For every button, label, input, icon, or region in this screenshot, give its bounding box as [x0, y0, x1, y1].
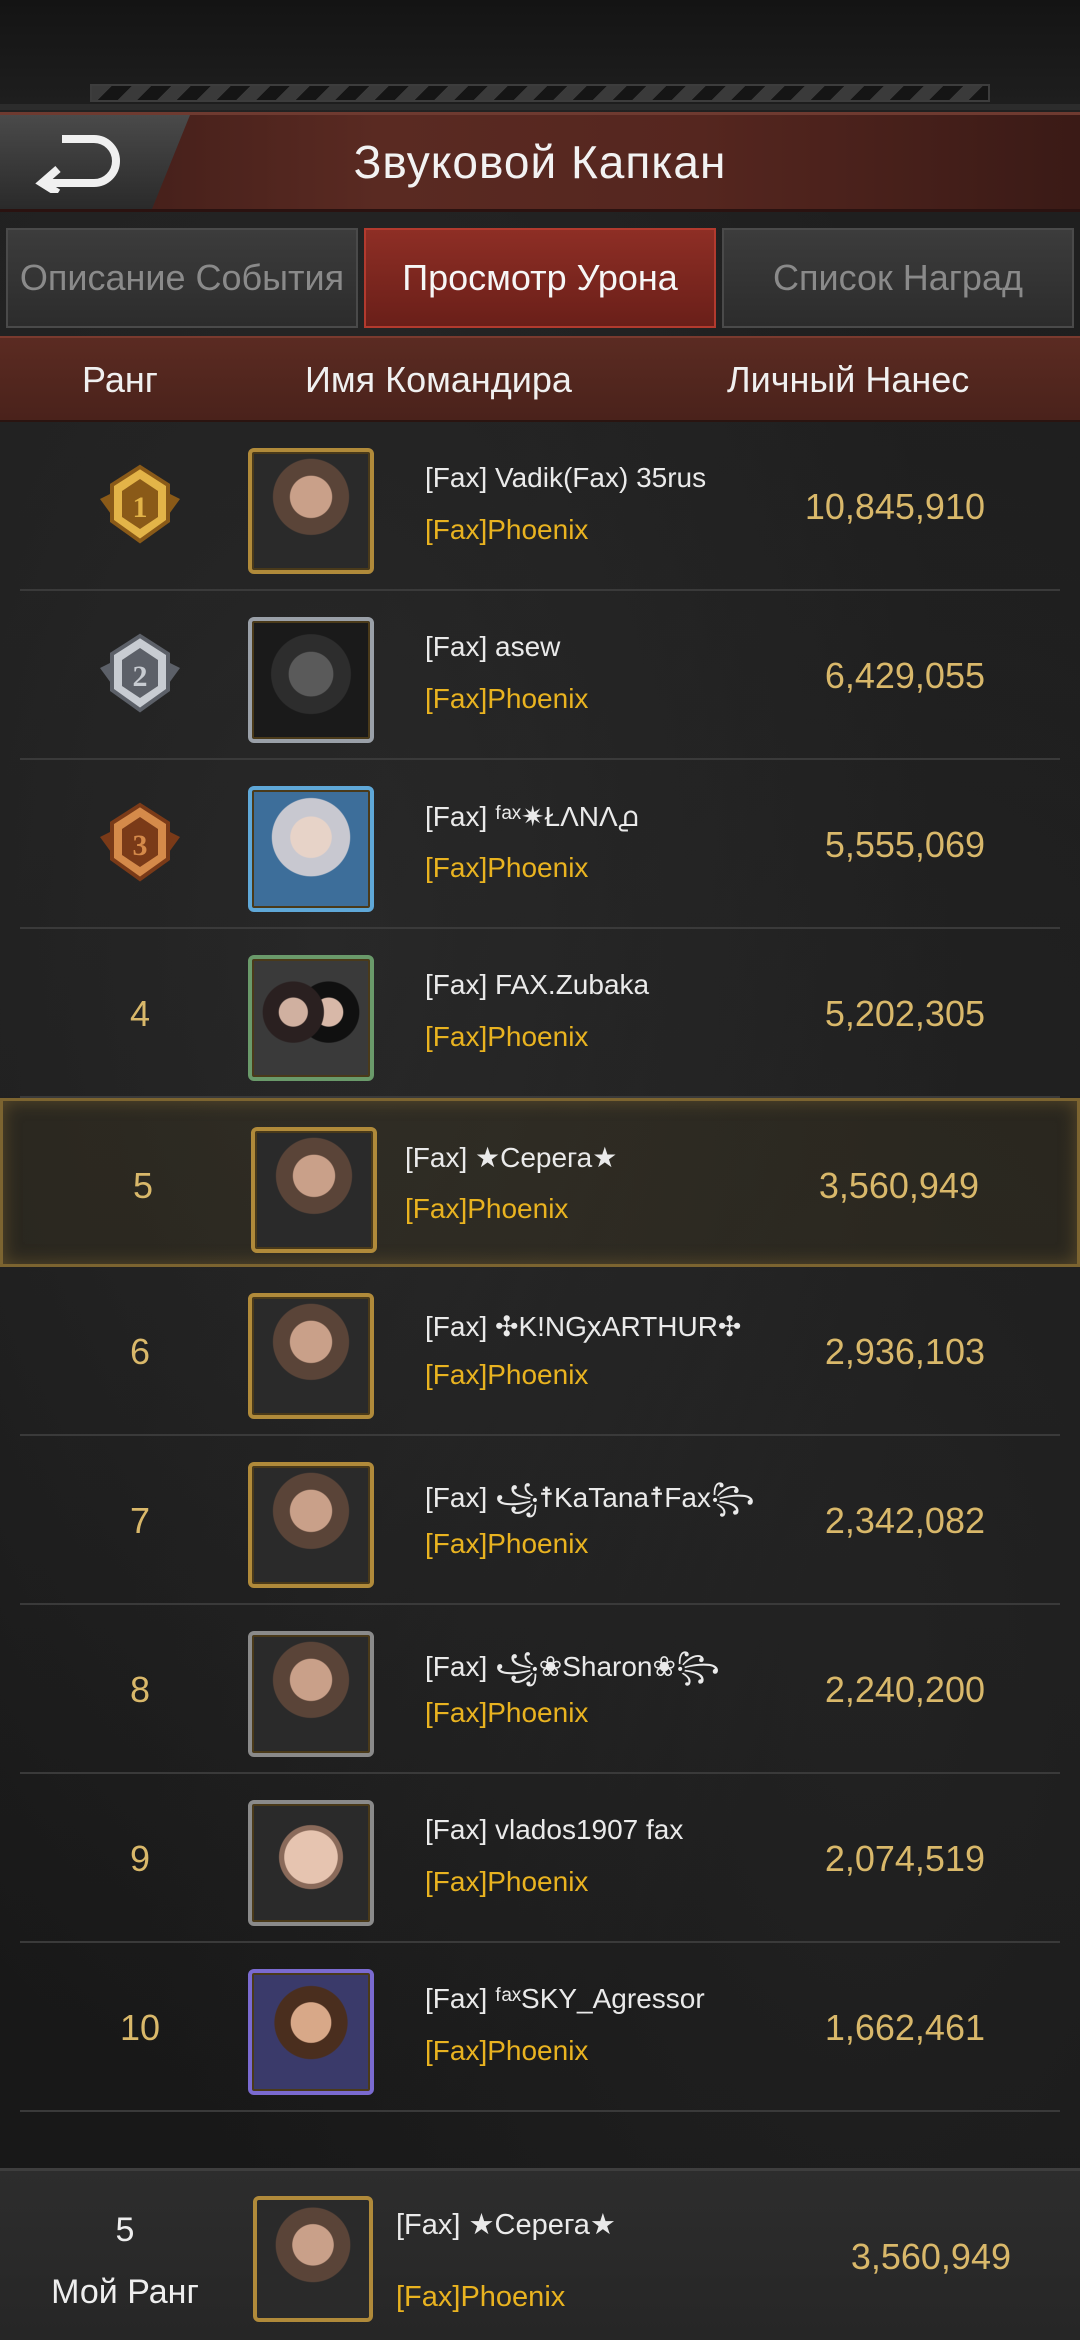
ranking-row[interactable]: 3 [Fax] ᶠᵃˣ✷ŁΛNΛ൧ [Fax]Phoenix 5,555,069 [20, 760, 1060, 929]
commander-avatar[interactable] [248, 617, 374, 743]
rank-medal: 2 [80, 591, 200, 760]
ranking-row[interactable]: 4 [Fax] FAX.Zubaka [Fax]Phoenix 5,202,305 [20, 929, 1060, 1098]
tab-bar: Описание События Просмотр Урона Список Н… [0, 228, 1080, 328]
damage-value: 5,555,069 [824, 823, 985, 865]
commander-name: [Fax] FAX.Zubaka [425, 969, 650, 1000]
guild-name: [Fax]Phoenix [425, 1359, 589, 1390]
ranking-row[interactable]: 5 [Fax] ★Серега★ [Fax]Phoenix 3,560,949 [0, 1098, 1080, 1267]
commander-name: [Fax] ꧁❀Sharon❀꧂ [425, 1651, 720, 1682]
guild-name: [Fax]Phoenix [425, 852, 589, 883]
commander-name: [Fax] ꧁☨KaTana☨Fax꧂ [425, 1482, 755, 1513]
ranking-row[interactable]: 10 [Fax] ᶠᵃˣSKY_Agressor [Fax]Phoenix 1,662… [20, 1943, 1060, 2112]
rank-medal: 3 [80, 760, 200, 929]
rank-number: 7 [129, 1499, 151, 1541]
commander-avatar[interactable] [251, 1127, 377, 1253]
hazard-stripes [90, 84, 990, 102]
damage-value: 10,845,910 [804, 485, 985, 527]
rank-number: 4 [129, 992, 151, 1034]
commander-name: [Fax] ★Серега★ [405, 1142, 618, 1173]
tab-damage-view[interactable]: Просмотр Урона [364, 228, 716, 328]
guild-name: [Fax]Phoenix [425, 1866, 589, 1897]
guild-name: [Fax]Phoenix [425, 1021, 589, 1052]
commander-name: [Fax] ᶠᵃˣSKY_Agressor [425, 1983, 705, 2014]
guild-name: [Fax]Phoenix [425, 683, 589, 714]
commander-avatar[interactable] [248, 786, 374, 912]
damage-value: 2,342,082 [824, 1499, 985, 1541]
back-arrow-icon [35, 135, 120, 193]
rank-number: 9 [129, 1837, 151, 1879]
commander-avatar[interactable] [248, 1969, 374, 2095]
silver-medal-icon: 2 [100, 633, 180, 712]
top-frame [0, 0, 1080, 110]
rank-number: 6 [129, 1330, 151, 1372]
my-damage-value: 3,560,949 [850, 2236, 1011, 2277]
rank-number: 8 [129, 1668, 151, 1710]
commander-name: [Fax] Vadik(Fax) 35rus [425, 462, 707, 493]
svg-text:1: 1 [133, 491, 148, 524]
damage-value: 2,240,200 [824, 1668, 985, 1710]
damage-value: 5,202,305 [824, 992, 985, 1034]
column-header-damage: Личный Нанес [727, 359, 970, 400]
my-rank-label: Мой Ранг [51, 2273, 199, 2311]
damage-value: 3,560,949 [818, 1164, 979, 1206]
event-header: Звуковой Капкан [0, 112, 1080, 212]
commander-name: [Fax] asew [425, 631, 561, 662]
ranking-row[interactable]: 2 [Fax] asew [Fax]Phoenix 6,429,055 [20, 591, 1060, 760]
ranking-row[interactable]: 8 [Fax] ꧁❀Sharon❀꧂ [Fax]Phoenix 2,240,200 [20, 1605, 1060, 1774]
bronze-medal-icon: 3 [100, 802, 180, 881]
my-guild-name: [Fax]Phoenix [396, 2281, 566, 2313]
guild-name: [Fax]Phoenix [425, 1697, 589, 1728]
commander-avatar[interactable] [248, 1631, 374, 1757]
rank-number: 5 [132, 1164, 154, 1206]
guild-name: [Fax]Phoenix [425, 514, 589, 545]
column-header-rank: Ранг [82, 359, 158, 400]
ranking-row[interactable]: 9 [Fax] vlados1907 fax [Fax]Phoenix 2,074,5… [20, 1774, 1060, 1943]
my-avatar[interactable] [253, 2196, 373, 2322]
ranking-row[interactable]: 6 [Fax] ✣K!NGꭗARTHUR✣ [Fax]Phoenix 2,936,10… [20, 1267, 1060, 1436]
guild-name: [Fax]Phoenix [405, 1193, 569, 1224]
damage-value: 2,074,519 [824, 1837, 985, 1879]
rank-number: 10 [119, 2006, 161, 2048]
my-rank-number: 5 [115, 2211, 135, 2249]
tab-event-description[interactable]: Описание События [6, 228, 358, 328]
commander-name: [Fax] ᶠᵃˣ✷ŁΛNΛ൧ [425, 801, 638, 832]
my-rank-bar: 5 Мой Ранг [Fax] ★Серега★ [Fax]Phoenix 3… [0, 2168, 1080, 2340]
damage-value: 6,429,055 [824, 654, 985, 696]
commander-avatar[interactable] [248, 1800, 374, 1926]
column-header-name: Имя Командира [305, 359, 572, 400]
commander-avatar[interactable] [248, 1293, 374, 1419]
ranking-row[interactable]: 7 [Fax] ꧁☨KaTana☨Fax꧂ [Fax]Phoenix 2,342,08… [20, 1436, 1060, 1605]
gold-medal-icon: 1 [100, 464, 180, 543]
ranking-row[interactable]: 1 [Fax] Vadik(Fax) 35rus [Fax]Phoenix 10,84… [20, 422, 1060, 591]
damage-value: 1,662,461 [824, 2006, 985, 2048]
commander-name: [Fax] vlados1907 fax [425, 1814, 684, 1845]
my-commander-name: [Fax] ★Серега★ [396, 2209, 616, 2241]
damage-value: 2,936,103 [824, 1330, 985, 1372]
commander-avatar[interactable] [248, 955, 374, 1081]
app-root: Звуковой Капкан Описание События Просмот… [0, 0, 1080, 2340]
table-header: Ранг Имя Командира Личный Нанес [0, 336, 1080, 422]
rank-medal: 1 [80, 422, 200, 591]
tab-rewards-list[interactable]: Список Наград [722, 228, 1074, 328]
guild-name: [Fax]Phoenix [425, 1528, 589, 1559]
commander-avatar[interactable] [248, 448, 374, 574]
commander-avatar[interactable] [248, 1462, 374, 1588]
ranking-list[interactable]: 1 [Fax] Vadik(Fax) 35rus [Fax]Phoenix 10,84… [0, 422, 1080, 2112]
svg-text:2: 2 [133, 660, 148, 693]
guild-name: [Fax]Phoenix [425, 2035, 589, 2066]
svg-text:3: 3 [133, 829, 148, 862]
commander-name: [Fax] ✣K!NGꭗARTHUR✣ [425, 1311, 742, 1342]
